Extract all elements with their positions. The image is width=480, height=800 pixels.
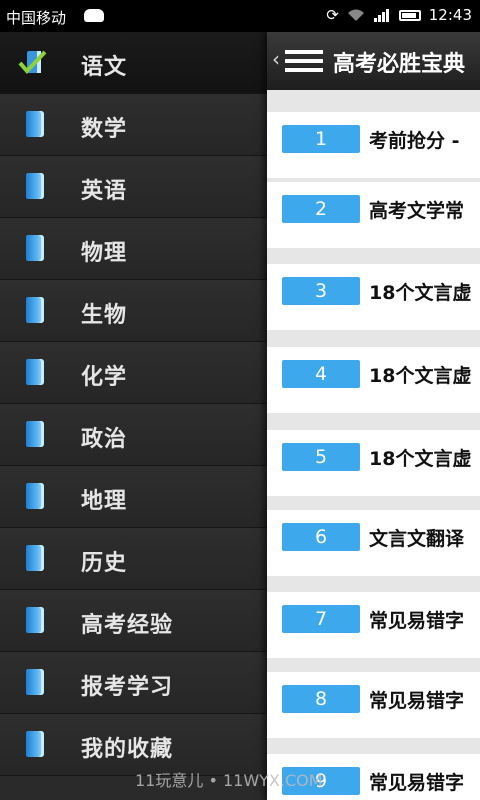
watermark: 11玩意儿 • 11WYX.COM: [135, 771, 323, 790]
sidebar-item-label: 数学: [81, 117, 128, 142]
item-title: 18个文言虚: [369, 448, 472, 470]
list-item[interactable]: 4 18个文言虚: [267, 347, 480, 413]
clock: 12:43: [428, 6, 472, 24]
checkmark-book-icon: [18, 50, 47, 74]
book-icon: [26, 731, 44, 757]
sidebar-item-application-study[interactable]: 报考学习: [0, 652, 267, 714]
menu-icon[interactable]: [285, 50, 323, 74]
app-header: ‹ 高考必胜宝典: [267, 32, 480, 90]
notification-icon: [84, 9, 104, 22]
book-icon: [26, 607, 44, 633]
item-title: 文言文翻译: [369, 528, 465, 550]
sidebar-item-label: 高考经验: [81, 613, 174, 638]
sidebar-item-english[interactable]: 英语: [0, 156, 267, 218]
battery-icon: [398, 9, 421, 21]
sidebar-item-label: 报考学习: [81, 675, 174, 700]
back-chevron-icon[interactable]: ‹: [272, 47, 280, 71]
list-item[interactable]: 7 常见易错字: [267, 592, 480, 658]
item-title: 常见易错字: [369, 690, 465, 712]
item-title: 常见易错字: [369, 610, 465, 632]
sidebar-item-biology[interactable]: 生物: [0, 280, 267, 342]
item-title: 高考文学常: [369, 200, 465, 222]
sidebar-item-history[interactable]: 历史: [0, 528, 267, 590]
item-number: 2: [282, 195, 360, 223]
item-number: 8: [282, 685, 360, 713]
sidebar-item-math[interactable]: 数学: [0, 94, 267, 156]
book-icon: [26, 297, 44, 323]
book-icon: [26, 359, 44, 385]
main-panel: ‹ 高考必胜宝典 1 考前抢分 - 2 高考文学常 3 18个文言虚 4 18个…: [267, 32, 480, 800]
sidebar-item-chemistry[interactable]: 化学: [0, 342, 267, 404]
subject-sidebar: 语文 数学 英语 物理 生物 化学 政治 地理 历史 高考经验 报考学习 我的收…: [0, 32, 267, 800]
item-number: 5: [282, 443, 360, 471]
item-number: 4: [282, 360, 360, 388]
list-item[interactable]: 1 考前抢分 -: [267, 112, 480, 178]
sync-icon: ⟳: [326, 6, 339, 24]
sidebar-item-politics[interactable]: 政治: [0, 404, 267, 466]
sidebar-item-label: 生物: [81, 303, 128, 328]
item-title: 18个文言虚: [369, 365, 472, 387]
item-number: 6: [282, 523, 360, 551]
book-icon: [26, 421, 44, 447]
sidebar-item-label: 地理: [81, 489, 128, 514]
list-item[interactable]: 5 18个文言虚: [267, 430, 480, 496]
book-icon: [26, 235, 44, 261]
sidebar-item-label: 语文: [81, 55, 128, 80]
book-icon: [26, 669, 44, 695]
sidebar-item-exam-experience[interactable]: 高考经验: [0, 590, 267, 652]
carrier-name: 中国移动: [6, 9, 67, 27]
book-icon: [26, 483, 44, 509]
book-icon: [26, 545, 44, 571]
list-item[interactable]: 2 高考文学常: [267, 182, 480, 248]
list-item[interactable]: 3 18个文言虚: [267, 264, 480, 330]
status-icons: ⟳ 12:43: [326, 6, 472, 24]
status-bar: 中国移动 ⟳ 12:43: [0, 0, 480, 32]
item-title: 常见易错字: [369, 772, 465, 794]
item-title: 考前抢分 -: [369, 130, 460, 152]
sidebar-item-label: 英语: [81, 179, 128, 204]
sidebar-item-label: 历史: [81, 551, 128, 576]
item-number: 1: [282, 125, 360, 153]
sidebar-item-label: 物理: [81, 241, 128, 266]
item-number: 7: [282, 605, 360, 633]
sidebar-item-label: 化学: [81, 365, 128, 390]
item-number: 3: [282, 277, 360, 305]
list-item[interactable]: 6 文言文翻译: [267, 510, 480, 576]
sidebar-item-physics[interactable]: 物理: [0, 218, 267, 280]
signal-icon: [373, 9, 389, 22]
book-icon: [26, 111, 44, 137]
sidebar-item-geography[interactable]: 地理: [0, 466, 267, 528]
sidebar-item-chinese[interactable]: 语文: [0, 32, 267, 94]
list-item[interactable]: 8 常见易错字: [267, 672, 480, 738]
page-title: 高考必胜宝典: [333, 52, 466, 77]
wifi-icon: [347, 9, 364, 21]
sidebar-item-label: 我的收藏: [81, 737, 174, 762]
item-title: 18个文言虚: [369, 282, 472, 304]
book-icon: [26, 173, 44, 199]
sidebar-item-label: 政治: [81, 427, 128, 452]
